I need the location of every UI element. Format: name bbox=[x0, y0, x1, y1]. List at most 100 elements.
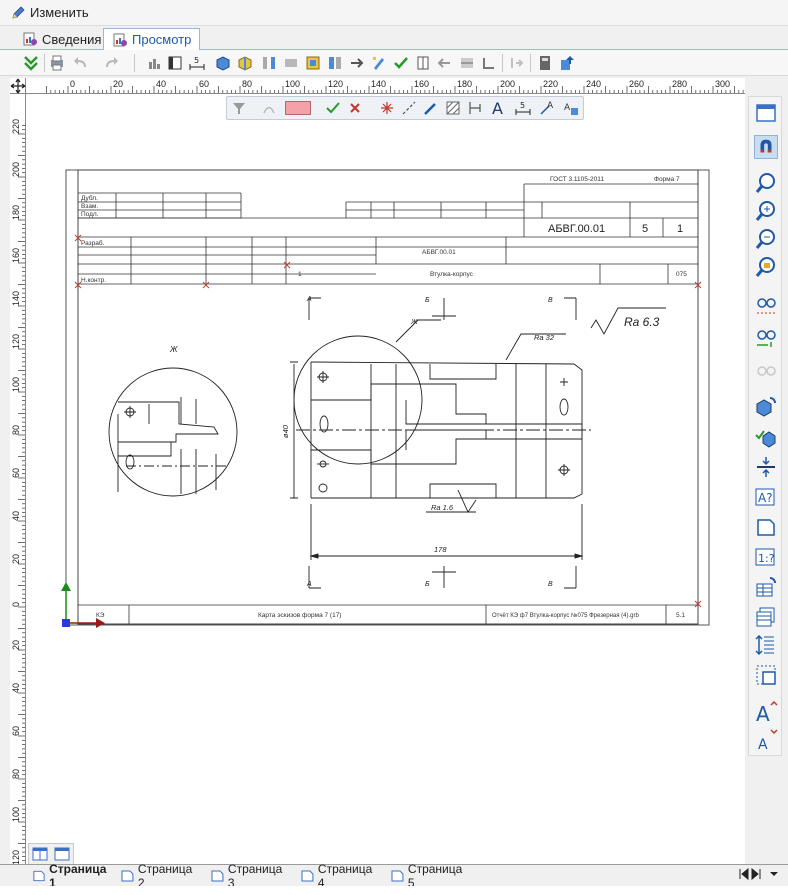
ruler-label: 80 bbox=[11, 769, 21, 779]
zoom-page-icon[interactable] bbox=[754, 171, 778, 195]
snap-arc-icon[interactable] bbox=[261, 100, 277, 116]
block-icon[interactable]: A bbox=[563, 100, 579, 116]
double-chevron-down-icon[interactable] bbox=[22, 54, 40, 72]
ruler-label: 40 bbox=[156, 79, 166, 89]
check-green-icon[interactable] bbox=[392, 54, 410, 72]
dimension-line-icon[interactable]: 5 bbox=[515, 100, 531, 116]
zoom-in-icon[interactable] bbox=[754, 199, 778, 223]
link-disabled-icon[interactable] bbox=[508, 54, 526, 72]
drawing-toolbar: A 5 A A bbox=[226, 96, 584, 120]
section-b-top: Б bbox=[425, 297, 430, 304]
drawing-canvas[interactable]: ГОСТ 3.1105-2011 Форма 7 Дубл. Взам. Под… bbox=[26, 94, 745, 864]
svg-text:5: 5 bbox=[520, 101, 525, 110]
undo-icon[interactable] bbox=[72, 54, 90, 72]
ruler-label: 180 bbox=[457, 79, 472, 89]
svg-text:A: A bbox=[564, 103, 571, 113]
brush-icon[interactable] bbox=[370, 54, 388, 72]
page-tab-3[interactable]: Страница 3 bbox=[206, 862, 292, 890]
magnet-icon[interactable] bbox=[754, 135, 778, 159]
dimension-length: 178 bbox=[434, 545, 447, 554]
numbering-icon[interactable]: 1:? bbox=[754, 545, 778, 569]
ruler-label: 40 bbox=[11, 683, 21, 693]
redo-icon[interactable] bbox=[102, 54, 120, 72]
section-v-top: В bbox=[548, 297, 553, 304]
svg-text:A: A bbox=[492, 100, 503, 116]
upload-icon[interactable] bbox=[558, 54, 576, 72]
zoom-out-icon[interactable] bbox=[754, 227, 778, 251]
table-refresh-icon[interactable] bbox=[754, 575, 778, 599]
split-view-icon[interactable] bbox=[54, 847, 70, 861]
mirror-icon[interactable] bbox=[326, 54, 344, 72]
copy-table-icon[interactable] bbox=[754, 605, 778, 629]
align-icon[interactable] bbox=[260, 54, 278, 72]
ruler-label: 240 bbox=[586, 79, 601, 89]
ruler-label: 40 bbox=[11, 511, 21, 521]
part-name: Втулка-корпус bbox=[430, 271, 474, 278]
svg-text:A: A bbox=[756, 702, 770, 723]
page-tab-2[interactable]: Страница 2 bbox=[116, 862, 202, 890]
text-icon[interactable]: A bbox=[491, 100, 507, 116]
page-icon[interactable] bbox=[754, 515, 778, 539]
razrab-label: Разраб. bbox=[81, 239, 105, 247]
corner-icon[interactable] bbox=[480, 54, 498, 72]
align-center-icon[interactable] bbox=[754, 455, 778, 479]
tab-view[interactable]: Просмотр bbox=[103, 28, 201, 51]
single-page-view-icon[interactable] bbox=[32, 847, 48, 861]
arrow-left-gray-icon[interactable] bbox=[436, 54, 454, 72]
tab-info[interactable]: Сведения bbox=[14, 28, 109, 50]
print-icon[interactable] bbox=[48, 54, 66, 72]
ruler-label: 280 bbox=[672, 79, 687, 89]
layers-icon[interactable] bbox=[304, 54, 322, 72]
page-tab-4[interactable]: Страница 4 bbox=[296, 862, 382, 890]
zoom-window-icon[interactable] bbox=[754, 255, 778, 279]
column-icon[interactable] bbox=[414, 54, 432, 72]
split-icon[interactable] bbox=[458, 54, 476, 72]
ruler-label: 120 bbox=[328, 79, 343, 89]
font-decrease-icon[interactable]: A bbox=[754, 727, 778, 751]
cross-filter-icon[interactable] bbox=[347, 100, 363, 116]
edit-bar: Изменить bbox=[0, 0, 788, 26]
edit-button[interactable]: Изменить bbox=[30, 5, 89, 20]
glasses-green-icon[interactable] bbox=[754, 325, 778, 349]
leader-icon[interactable]: A bbox=[539, 100, 555, 116]
font-increase-icon[interactable]: A bbox=[754, 699, 778, 723]
point-icon[interactable] bbox=[379, 100, 395, 116]
first-page-icon[interactable] bbox=[739, 867, 749, 881]
line-color-swatch[interactable] bbox=[285, 101, 311, 115]
page-tab-5[interactable]: Страница 5 bbox=[386, 862, 472, 890]
window-icon[interactable] bbox=[754, 101, 778, 125]
cube-refresh-icon[interactable] bbox=[754, 395, 778, 419]
main-toolbar: 5 bbox=[0, 50, 788, 76]
line-spacing-icon[interactable] bbox=[754, 633, 778, 657]
vertical-ruler: 220 200 180 160 140 120 100 80 60 40 20 0 20 40 60 80 10… bbox=[10, 94, 26, 864]
ruler-label: 60 bbox=[199, 79, 209, 89]
page-icon bbox=[33, 870, 45, 881]
cube-check-icon[interactable] bbox=[754, 425, 778, 449]
page-tab-1[interactable]: Страница 1 bbox=[28, 862, 112, 890]
cube-blue-icon[interactable] bbox=[214, 54, 232, 72]
line-icon[interactable] bbox=[401, 100, 417, 116]
pen-icon[interactable] bbox=[423, 100, 439, 116]
cube-yellow-icon[interactable] bbox=[236, 54, 254, 72]
frame-icon[interactable] bbox=[166, 54, 184, 72]
grid-corner-icon[interactable] bbox=[754, 663, 778, 687]
filter-icon[interactable] bbox=[231, 100, 247, 116]
check-filter-icon[interactable] bbox=[325, 100, 341, 116]
tab-view-label: Просмотр bbox=[132, 32, 192, 47]
move-cross-icon[interactable] bbox=[10, 78, 26, 94]
arrow-right-icon[interactable] bbox=[348, 54, 366, 72]
hatch-icon[interactable] bbox=[445, 100, 461, 116]
glasses-red-icon[interactable] bbox=[754, 293, 778, 317]
bar-chart-icon[interactable] bbox=[146, 54, 164, 72]
calculator-icon[interactable] bbox=[536, 54, 554, 72]
ruler-label: 20 bbox=[11, 640, 21, 650]
dimension-icon[interactable]: 5 bbox=[188, 54, 206, 72]
chevron-down-icon[interactable] bbox=[770, 872, 778, 876]
pencil-icon[interactable] bbox=[10, 5, 26, 21]
glasses-disabled-icon[interactable] bbox=[754, 359, 778, 383]
bracket-icon[interactable] bbox=[467, 100, 483, 116]
stack-icon[interactable] bbox=[282, 54, 300, 72]
text-style-icon[interactable]: A? bbox=[754, 485, 778, 509]
ruler-label: 220 bbox=[543, 79, 558, 89]
last-page-icon[interactable] bbox=[751, 867, 761, 881]
